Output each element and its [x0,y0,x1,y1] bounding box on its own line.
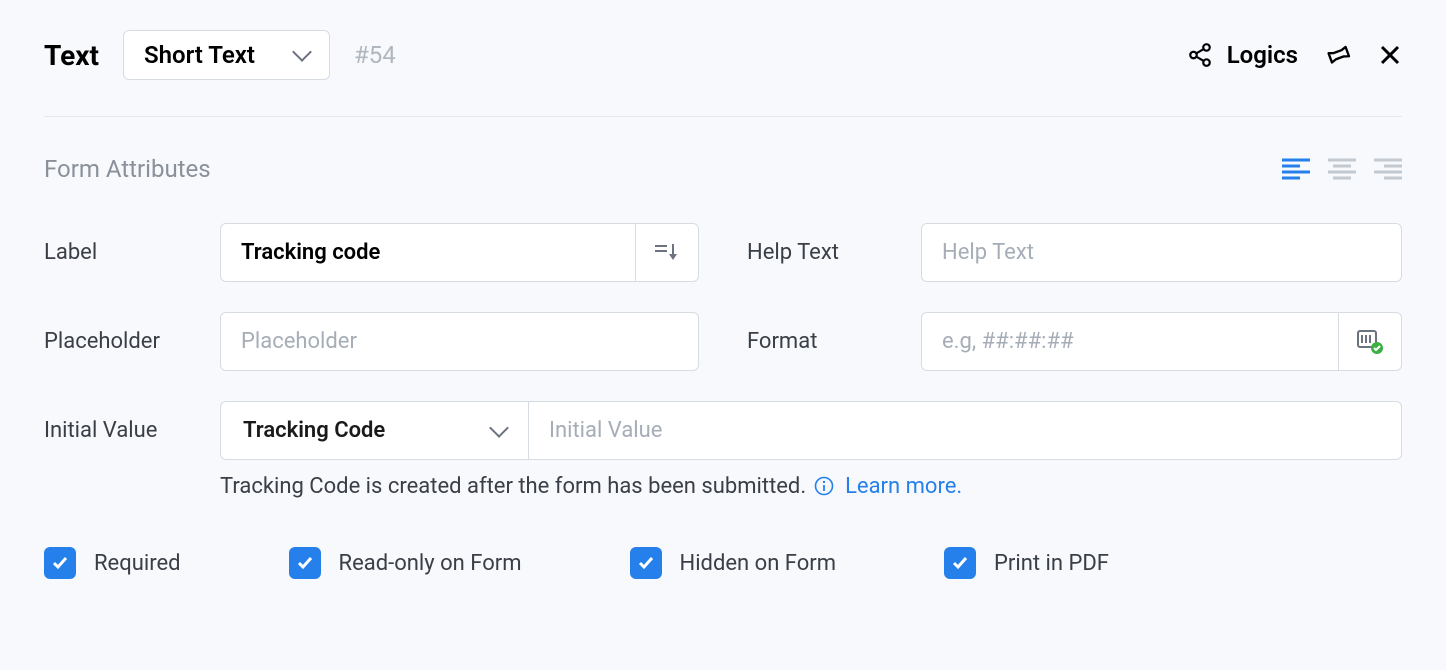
align-center-icon[interactable] [1328,158,1356,180]
pin-icon[interactable] [1324,41,1352,69]
readonly-label: Read-only on Form [339,551,522,576]
helper-text: Tracking Code is created after the form … [220,474,806,499]
format-addon-button[interactable] [1338,312,1402,371]
info-icon[interactable] [814,476,834,496]
initialvalue-select-value: Tracking Code [243,418,385,443]
hidden-checkbox[interactable]: Hidden on Form [630,547,837,579]
share-icon [1187,42,1213,68]
section-title: Form Attributes [44,155,211,183]
placeholder-field-label: Placeholder [44,329,220,354]
row-label-helptext: Label Help Text [44,223,1402,282]
format-input[interactable] [921,312,1338,371]
checkbox-icon [289,547,321,579]
label-field-label: Label [44,240,220,265]
initialvalue-helper: Tracking Code is created after the form … [220,474,1402,499]
printpdf-label: Print in PDF [994,551,1109,576]
initialvalue-select[interactable]: Tracking Code [220,401,528,460]
initialvalue-field-label: Initial Value [44,418,220,443]
barcode-check-icon [1355,329,1385,355]
chevron-down-icon [292,42,312,62]
logics-label: Logics [1227,41,1298,69]
divider [44,116,1402,117]
close-icon[interactable] [1378,43,1402,67]
chevron-down-icon [489,418,509,438]
initialvalue-input[interactable] [528,401,1402,460]
checkbox-icon [630,547,662,579]
learn-more-link[interactable]: Learn more. [845,474,962,499]
checkbox-row: Required Read-only on Form Hidden on For… [44,547,1402,579]
required-label: Required [94,551,181,576]
align-right-icon[interactable] [1374,158,1402,180]
helptext-input[interactable] [921,223,1402,282]
align-group [1282,158,1402,180]
align-left-icon[interactable] [1282,158,1310,180]
format-field-label: Format [747,329,921,354]
readonly-checkbox[interactable]: Read-only on Form [289,547,522,579]
placeholder-input[interactable] [220,312,699,371]
checkbox-icon [44,547,76,579]
type-select[interactable]: Short Text [123,30,330,80]
header: Text Short Text #54 Logics [44,30,1402,80]
field-id: #54 [354,41,396,69]
required-checkbox[interactable]: Required [44,547,181,579]
field-type-title: Text [44,39,99,72]
type-select-value: Short Text [144,41,255,69]
checkbox-icon [944,547,976,579]
hidden-label: Hidden on Form [680,551,837,576]
helptext-field-label: Help Text [747,240,921,265]
printpdf-checkbox[interactable]: Print in PDF [944,547,1109,579]
header-left: Text Short Text #54 [44,30,396,80]
form-attributes-section: Form Attributes [44,155,1402,183]
header-right: Logics [1187,41,1402,69]
insert-line-icon [653,242,681,264]
label-addon-button[interactable] [635,223,699,282]
logics-button[interactable]: Logics [1187,41,1298,69]
row-initial-value: Initial Value Tracking Code [44,401,1402,460]
label-input[interactable] [220,223,635,282]
row-placeholder-format: Placeholder Format [44,312,1402,371]
